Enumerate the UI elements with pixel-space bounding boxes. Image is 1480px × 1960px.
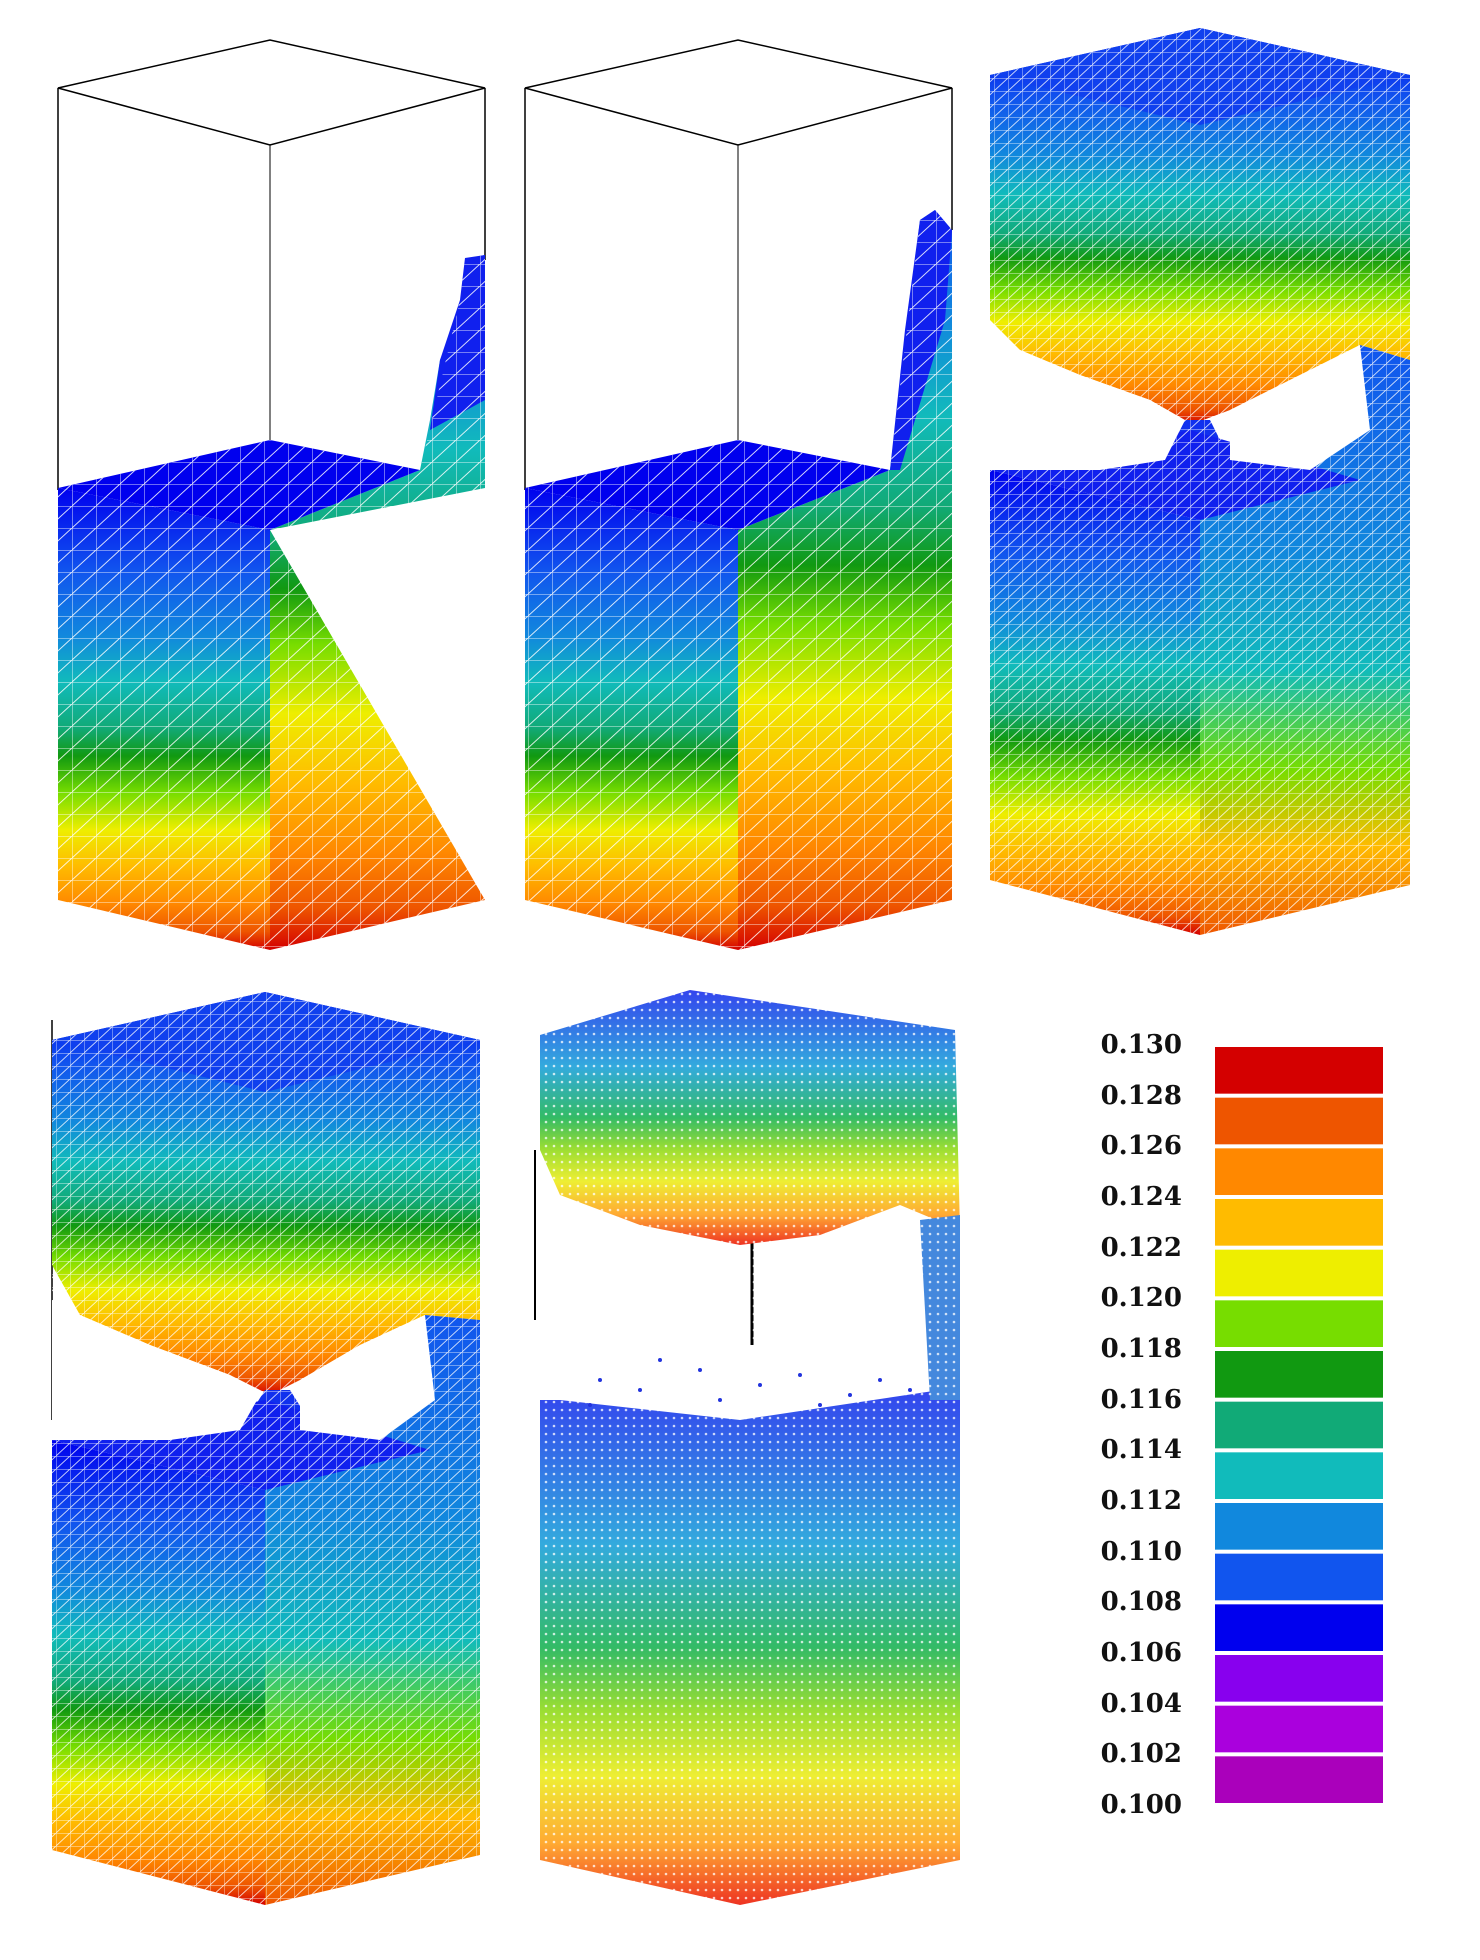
legend-swatch — [1215, 1199, 1383, 1246]
simulation-figure — [51, 28, 1410, 1910]
legend-label: 0.118 — [1100, 1334, 1182, 1364]
legend-label: 0.116 — [1100, 1384, 1182, 1415]
color-legend — [1215, 1047, 1383, 1803]
legend-label: 0.108 — [1100, 1587, 1182, 1618]
legend-label: 0.112 — [1100, 1486, 1182, 1516]
legend-swatch — [1215, 1249, 1383, 1297]
panel-5 — [530, 985, 970, 1910]
legend-swatch — [1215, 1452, 1383, 1499]
mesh-overlay — [990, 28, 1410, 935]
legend-swatch — [1215, 1553, 1383, 1601]
legend-swatch — [1215, 1300, 1383, 1347]
particle-dots — [530, 985, 970, 1910]
mesh-overlay — [58, 255, 485, 950]
mesh-overlay — [52, 992, 480, 1905]
tank-frame-top — [524, 39, 953, 146]
legend-swatch — [1215, 1351, 1383, 1398]
legend-label: 0.130 — [1100, 1030, 1182, 1060]
legend-label: 0.128 — [1100, 1080, 1182, 1111]
legend-label: 0.104 — [1100, 1688, 1182, 1719]
legend-label: 0.106 — [1100, 1638, 1182, 1668]
legend-label: 0.114 — [1100, 1435, 1182, 1466]
legend-label: 0.124 — [1100, 1182, 1182, 1212]
legend-swatch — [1215, 1047, 1383, 1094]
panel-2 — [524, 39, 953, 950]
panel-3 — [990, 28, 1410, 935]
legend-swatch — [1215, 1604, 1383, 1651]
legend-label: 0.102 — [1100, 1739, 1182, 1770]
legend-swatch — [1215, 1756, 1383, 1803]
legend-swatch — [1215, 1148, 1383, 1195]
legend-label: 0.122 — [1100, 1232, 1182, 1263]
panel-4 — [51, 992, 480, 1905]
legend-swatch — [1215, 1503, 1383, 1550]
legend-label: 0.120 — [1100, 1283, 1182, 1314]
legend-swatch — [1215, 1655, 1383, 1702]
legend-swatch — [1215, 1097, 1383, 1145]
tank-frame-top — [57, 39, 486, 146]
legend-swatch — [1215, 1705, 1383, 1753]
legend-swatch — [1215, 1401, 1383, 1449]
panel-1 — [57, 39, 486, 950]
legend-label: 0.100 — [1100, 1790, 1182, 1820]
legend-label: 0.126 — [1100, 1131, 1182, 1162]
legend-label: 0.110 — [1100, 1536, 1182, 1567]
